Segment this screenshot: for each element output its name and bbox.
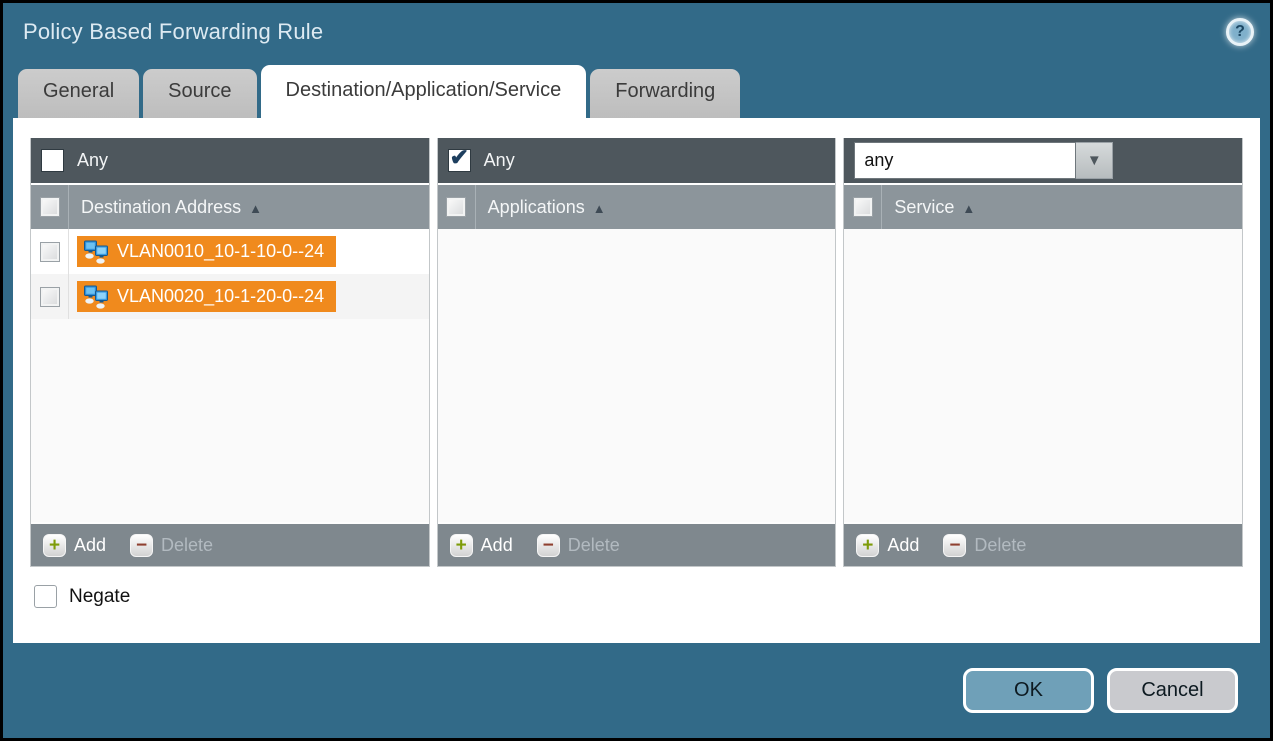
add-icon: + bbox=[856, 534, 879, 557]
table-row: VLAN0010_10-1-10-0--24 bbox=[31, 229, 429, 274]
table-row: VLAN0020_10-1-20-0--24 bbox=[31, 274, 429, 319]
tab-destination-application-service[interactable]: Destination/Application/Service bbox=[261, 65, 587, 118]
policy-based-forwarding-dialog: Policy Based Forwarding Rule ? General S… bbox=[0, 0, 1273, 741]
applications-select-all-checkbox[interactable] bbox=[446, 197, 466, 217]
service-dropdown-value[interactable]: any bbox=[854, 142, 1076, 179]
cancel-button[interactable]: Cancel bbox=[1107, 668, 1238, 713]
service-column: any ▼ Service ▲ + Add bbox=[843, 138, 1243, 567]
help-icon[interactable]: ? bbox=[1226, 18, 1254, 46]
chevron-down-icon[interactable]: ▼ bbox=[1076, 142, 1113, 179]
service-select-all-checkbox[interactable] bbox=[853, 197, 873, 217]
tab-general[interactable]: General bbox=[18, 69, 139, 118]
destination-address-column: ✔ Any Destination Address ▲ bbox=[30, 138, 430, 567]
address-object-name: VLAN0020_10-1-20-0--24 bbox=[117, 286, 324, 307]
applications-footer: + Add − Delete bbox=[438, 522, 836, 566]
delete-icon: − bbox=[943, 534, 966, 557]
destination-list: VLAN0010_10-1-10-0--24 VLAN0020_10-1-20-… bbox=[31, 229, 429, 522]
service-column-header[interactable]: Service ▲ bbox=[844, 183, 1242, 229]
applications-any-label: Any bbox=[484, 150, 515, 171]
service-add-button[interactable]: + Add bbox=[856, 534, 919, 557]
service-dropdown[interactable]: any ▼ bbox=[854, 142, 1113, 179]
applications-header-label: Applications bbox=[488, 197, 585, 218]
service-delete-button[interactable]: − Delete bbox=[943, 534, 1026, 557]
address-object-tag[interactable]: VLAN0020_10-1-20-0--24 bbox=[77, 281, 336, 312]
destination-footer: + Add − Delete bbox=[31, 522, 429, 566]
delete-icon: − bbox=[130, 534, 153, 557]
ok-button[interactable]: OK bbox=[963, 668, 1094, 713]
applications-column-header[interactable]: Applications ▲ bbox=[438, 183, 836, 229]
service-footer: + Add − Delete bbox=[844, 522, 1242, 566]
destination-add-button[interactable]: + Add bbox=[43, 534, 106, 557]
applications-delete-button[interactable]: − Delete bbox=[537, 534, 620, 557]
sort-ascending-icon[interactable]: ▲ bbox=[249, 199, 262, 216]
destination-any-checkbox[interactable]: ✔ bbox=[41, 149, 64, 172]
applications-list bbox=[438, 229, 836, 522]
tab-bar: General Source Destination/Application/S… bbox=[3, 61, 1270, 118]
add-icon: + bbox=[450, 534, 473, 557]
dialog-titlebar: Policy Based Forwarding Rule ? bbox=[3, 3, 1270, 61]
delete-icon: − bbox=[537, 534, 560, 557]
checkmark-icon: ✔ bbox=[450, 144, 469, 171]
tab-source[interactable]: Source bbox=[143, 69, 256, 118]
sort-ascending-icon[interactable]: ▲ bbox=[593, 199, 606, 216]
destination-select-all-checkbox[interactable] bbox=[40, 197, 60, 217]
negate-checkbox[interactable] bbox=[34, 585, 57, 608]
service-header-label: Service bbox=[894, 197, 954, 218]
tab-forwarding[interactable]: Forwarding bbox=[590, 69, 740, 118]
destination-any-bar: ✔ Any bbox=[31, 138, 429, 183]
applications-any-checkbox[interactable]: ✔ bbox=[448, 149, 471, 172]
service-list bbox=[844, 229, 1242, 522]
negate-row: Negate bbox=[30, 585, 1243, 608]
destination-any-label: Any bbox=[77, 150, 108, 171]
row-checkbox[interactable] bbox=[40, 242, 60, 262]
columns-container: ✔ Any Destination Address ▲ bbox=[30, 138, 1243, 567]
dialog-footer: OK Cancel bbox=[3, 643, 1270, 738]
destination-delete-button[interactable]: − Delete bbox=[130, 534, 213, 557]
add-icon: + bbox=[43, 534, 66, 557]
tab-content-panel: ✔ Any Destination Address ▲ bbox=[13, 118, 1260, 643]
network-icon bbox=[83, 239, 110, 264]
destination-header-label: Destination Address bbox=[81, 197, 241, 218]
applications-any-bar: ✔ Any bbox=[438, 138, 836, 183]
applications-add-button[interactable]: + Add bbox=[450, 534, 513, 557]
network-icon bbox=[83, 284, 110, 309]
applications-column: ✔ Any Applications ▲ + Add bbox=[437, 138, 837, 567]
row-checkbox[interactable] bbox=[40, 287, 60, 307]
negate-label: Negate bbox=[69, 586, 130, 608]
destination-column-header[interactable]: Destination Address ▲ bbox=[31, 183, 429, 229]
dialog-title: Policy Based Forwarding Rule bbox=[23, 19, 323, 45]
address-object-tag[interactable]: VLAN0010_10-1-10-0--24 bbox=[77, 236, 336, 267]
service-dropdown-bar: any ▼ bbox=[844, 138, 1242, 183]
address-object-name: VLAN0010_10-1-10-0--24 bbox=[117, 241, 324, 262]
sort-ascending-icon[interactable]: ▲ bbox=[962, 199, 975, 216]
